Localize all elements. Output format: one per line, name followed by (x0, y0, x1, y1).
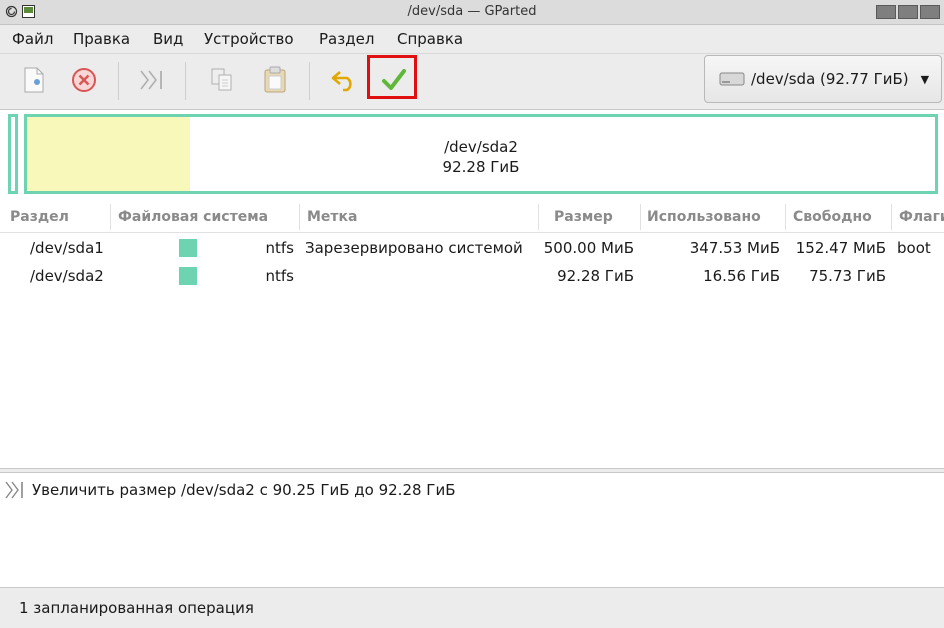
menu-file[interactable]: Файл (12, 30, 53, 48)
operation-text: Увеличить размер /dev/sda2 с 90.25 ГиБ д… (32, 481, 456, 499)
column-free[interactable]: Свободно (793, 209, 872, 225)
paste-icon (264, 66, 286, 93)
device-selector[interactable]: /dev/sda (92.77 ГиБ) ▼ (704, 55, 942, 103)
resize-move-icon (140, 70, 162, 90)
cell-used: 16.56 ГиБ (703, 267, 780, 285)
partition-size: 92.28 ГиБ (442, 158, 520, 176)
table-row[interactable]: /dev/sda2 ntfs 92.28 ГиБ 16.56 ГиБ 75.73… (0, 262, 944, 290)
column-filesystem[interactable]: Файловая система (118, 209, 268, 225)
menu-help[interactable]: Справка (397, 30, 463, 48)
menu-edit[interactable]: Правка (73, 30, 130, 48)
status-bar-text: 1 запланированная операция (19, 599, 254, 617)
menu-partition[interactable]: Раздел (319, 30, 374, 48)
undo-button[interactable] (324, 62, 364, 98)
cell-used: 347.53 МиБ (689, 239, 780, 257)
device-label: /dev/sda (92.77 ГиБ) (751, 70, 909, 88)
partition-table: Раздел Файловая система Метка Размер Исп… (0, 202, 944, 469)
column-label[interactable]: Метка (307, 209, 358, 225)
delete-partition-button[interactable] (64, 62, 104, 98)
cell-filesystem: ntfs (265, 267, 294, 285)
maximize-button[interactable] (898, 5, 918, 19)
menu-device[interactable]: Устройство (204, 30, 294, 48)
menu-bar: Файл Правка Вид Устройство Раздел Справк… (0, 25, 944, 53)
menu-view[interactable]: Вид (153, 30, 183, 48)
resize-icon (5, 481, 23, 499)
pending-operations-list: Увеличить размер /dev/sda2 с 90.25 ГиБ д… (0, 472, 944, 588)
cell-filesystem: ntfs (265, 239, 294, 257)
copy-button[interactable] (202, 62, 242, 98)
cell-partition: /dev/sda2 (30, 267, 104, 285)
list-item[interactable]: Увеличить размер /dev/sda2 с 90.25 ГиБ д… (4, 480, 456, 500)
cell-flags: boot (897, 239, 931, 257)
close-button[interactable] (920, 5, 940, 19)
cell-label: Зарезервировано системой (305, 239, 523, 257)
table-header: Раздел Файловая система Метка Размер Исп… (0, 202, 944, 233)
partition-sda1-block[interactable] (8, 114, 18, 194)
minimize-button[interactable] (876, 5, 896, 19)
column-used[interactable]: Использовано (647, 209, 761, 225)
copy-icon (211, 68, 232, 91)
resize-move-button[interactable] (132, 62, 172, 98)
column-flags[interactable]: Флаги (899, 209, 944, 225)
column-partition[interactable]: Раздел (10, 209, 69, 225)
cell-free: 75.73 ГиБ (809, 267, 886, 285)
cell-size: 92.28 ГиБ (557, 267, 634, 285)
chevron-down-icon: ▼ (920, 72, 930, 86)
column-size[interactable]: Размер (554, 209, 613, 225)
new-document-icon (24, 67, 44, 93)
filesystem-color-swatch (179, 239, 197, 257)
cell-size: 500.00 МиБ (543, 239, 634, 257)
cell-free: 152.47 МиБ (795, 239, 886, 257)
apply-highlight (367, 55, 417, 99)
partition-sda2-block[interactable]: /dev/sda2 92.28 ГиБ (24, 114, 938, 194)
undo-icon (331, 71, 352, 92)
window-title: /dev/sda — GParted (407, 4, 537, 19)
partition-name: /dev/sda2 (444, 138, 518, 156)
title-bar: /dev/sda — GParted (0, 0, 944, 25)
new-partition-button[interactable] (14, 62, 54, 98)
delete-icon (72, 68, 96, 92)
paste-button[interactable] (255, 62, 295, 98)
hard-disk-icon (719, 72, 745, 86)
disk-map: /dev/sda2 92.28 ГиБ (0, 109, 944, 203)
table-row[interactable]: /dev/sda1 ntfs Зарезервировано системой … (0, 234, 944, 262)
filesystem-color-swatch (179, 267, 197, 285)
cell-partition: /dev/sda1 (30, 239, 104, 257)
